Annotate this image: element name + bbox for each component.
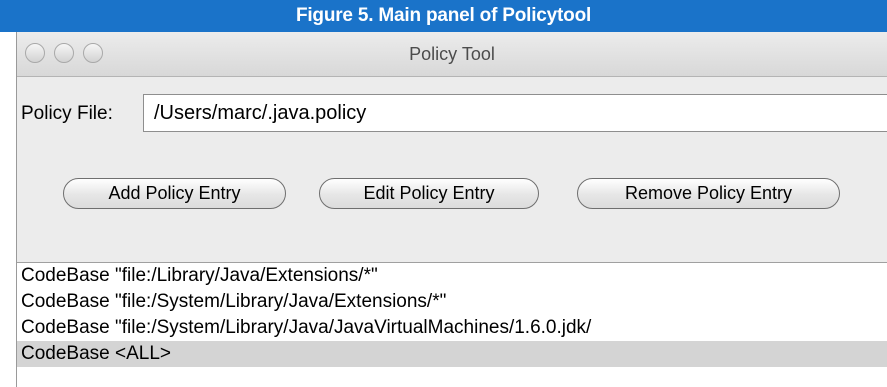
policy-tool-window: Policy Tool Policy File: Add Policy Entr…	[16, 32, 887, 387]
add-policy-entry-button[interactable]: Add Policy Entry	[63, 178, 286, 209]
policy-entry-list[interactable]: CodeBase "file:/Library/Java/Extensions/…	[17, 262, 887, 387]
figure-caption: Figure 5. Main panel of Policytool	[0, 0, 887, 32]
window-title: Policy Tool	[409, 44, 495, 64]
list-item[interactable]: CodeBase <ALL>	[17, 341, 887, 367]
window-titlebar: Policy Tool	[17, 32, 887, 77]
list-item[interactable]: CodeBase "file:/System/Library/Java/Exte…	[17, 289, 887, 315]
figure: Figure 5. Main panel of Policytool Polic…	[0, 0, 887, 387]
policy-file-label: Policy File:	[21, 103, 113, 124]
list-item[interactable]: CodeBase "file:/Library/Java/Extensions/…	[17, 263, 887, 289]
policy-file-row: Policy File:	[17, 94, 887, 134]
edit-policy-entry-button[interactable]: Edit Policy Entry	[319, 178, 539, 209]
remove-policy-entry-button[interactable]: Remove Policy Entry	[577, 178, 840, 209]
policy-file-input[interactable]	[143, 94, 887, 132]
list-item[interactable]: CodeBase "file:/System/Library/Java/Java…	[17, 315, 887, 341]
